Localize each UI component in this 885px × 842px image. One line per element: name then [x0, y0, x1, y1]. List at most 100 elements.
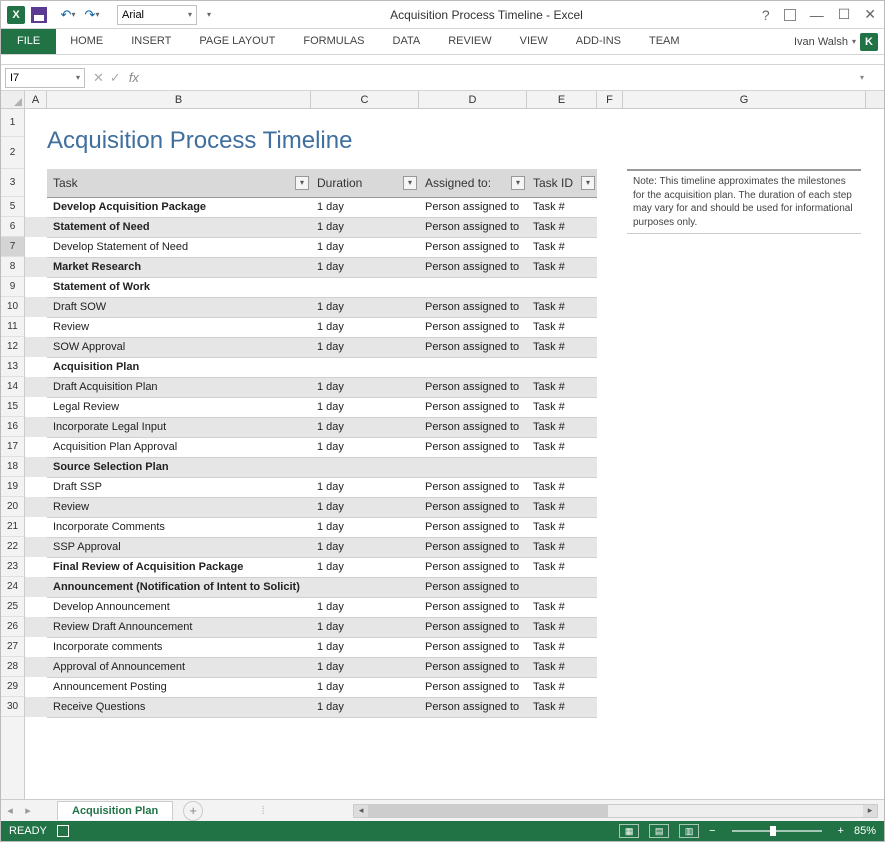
th-assigned[interactable]: Assigned to:▾: [419, 169, 527, 197]
cell-assigned[interactable]: Person assigned to: [419, 297, 527, 317]
table-row[interactable]: Legal Review1 dayPerson assigned toTask …: [25, 397, 597, 417]
macro-record-icon[interactable]: [57, 825, 69, 837]
tab-insert[interactable]: INSERT: [117, 29, 185, 54]
view-normal-icon[interactable]: ▦: [619, 824, 639, 838]
cell-taskid[interactable]: Task #: [527, 497, 597, 517]
th-task[interactable]: Task▾: [47, 169, 311, 197]
table-row[interactable]: Market Research1 dayPerson assigned toTa…: [25, 257, 597, 277]
cell-task[interactable]: Market Research: [47, 257, 311, 277]
row-header[interactable]: 12: [1, 337, 24, 357]
cell-assigned[interactable]: Person assigned to: [419, 337, 527, 357]
cell-duration[interactable]: 1 day: [311, 237, 419, 257]
cell-duration[interactable]: 1 day: [311, 217, 419, 237]
account-menu[interactable]: Ivan Walsh ▾ K: [788, 29, 884, 54]
cell-taskid[interactable]: Task #: [527, 637, 597, 657]
font-selector[interactable]: Arial ▾: [117, 5, 197, 25]
cell-taskid[interactable]: Task #: [527, 677, 597, 697]
cell-taskid[interactable]: Task #: [527, 337, 597, 357]
row-header[interactable]: 22: [1, 537, 24, 557]
sheet-nav-next[interactable]: ▸: [19, 804, 37, 817]
cell-duration[interactable]: 1 day: [311, 257, 419, 277]
tab-data[interactable]: DATA: [379, 29, 435, 54]
row-header[interactable]: 6: [1, 217, 24, 237]
row-header[interactable]: 29: [1, 677, 24, 697]
cell-task[interactable]: Receive Questions: [47, 697, 311, 717]
cell-duration[interactable]: 1 day: [311, 657, 419, 677]
minimize-button[interactable]: —: [810, 7, 824, 23]
undo-button[interactable]: ↶▾: [57, 5, 79, 25]
cell-taskid[interactable]: Task #: [527, 537, 597, 557]
cell-assigned[interactable]: Person assigned to: [419, 677, 527, 697]
cell-duration[interactable]: [311, 457, 419, 477]
cell-task[interactable]: Announcement (Notification of Intent to …: [47, 577, 311, 597]
excel-icon[interactable]: X: [7, 6, 25, 24]
cell-task[interactable]: SOW Approval: [47, 337, 311, 357]
cell-taskid[interactable]: Task #: [527, 257, 597, 277]
row-header[interactable]: 27: [1, 637, 24, 657]
cell-duration[interactable]: 1 day: [311, 437, 419, 457]
cell-taskid[interactable]: Task #: [527, 237, 597, 257]
th-duration[interactable]: Duration▾: [311, 169, 419, 197]
filter-icon[interactable]: ▾: [511, 176, 525, 190]
cell-task[interactable]: Source Selection Plan: [47, 457, 311, 477]
filter-icon[interactable]: ▾: [295, 176, 309, 190]
cell-assigned[interactable]: Person assigned to: [419, 557, 527, 577]
col-header-b[interactable]: B: [47, 91, 311, 108]
table-row[interactable]: SSP Approval1 dayPerson assigned toTask …: [25, 537, 597, 557]
cell-assigned[interactable]: Person assigned to: [419, 197, 527, 217]
table-row[interactable]: Draft Acquisition Plan1 dayPerson assign…: [25, 377, 597, 397]
scroll-right-icon[interactable]: ▸: [863, 805, 877, 817]
table-row[interactable]: Announcement Posting1 dayPerson assigned…: [25, 677, 597, 697]
row-header[interactable]: 24: [1, 577, 24, 597]
cell-task[interactable]: Announcement Posting: [47, 677, 311, 697]
cell-assigned[interactable]: Person assigned to: [419, 477, 527, 497]
col-header-g[interactable]: G: [623, 91, 866, 108]
cell-assigned[interactable]: Person assigned to: [419, 237, 527, 257]
row-header[interactable]: 5: [1, 197, 24, 217]
cell-assigned[interactable]: Person assigned to: [419, 377, 527, 397]
cell-assigned[interactable]: [419, 277, 527, 297]
cell-duration[interactable]: 1 day: [311, 477, 419, 497]
table-row[interactable]: Acquisition Plan: [25, 357, 597, 377]
row-header[interactable]: 23: [1, 557, 24, 577]
cell-taskid[interactable]: Task #: [527, 517, 597, 537]
tab-formulas[interactable]: FORMULAS: [289, 29, 378, 54]
cell-taskid[interactable]: Task #: [527, 317, 597, 337]
table-row[interactable]: Final Review of Acquisition Package1 day…: [25, 557, 597, 577]
cancel-formula-icon[interactable]: ✕: [93, 70, 104, 86]
cell-duration[interactable]: 1 day: [311, 517, 419, 537]
row-header[interactable]: 14: [1, 377, 24, 397]
col-header-e[interactable]: E: [527, 91, 597, 108]
table-row[interactable]: Develop Acquisition Package1 dayPerson a…: [25, 197, 597, 217]
cell-assigned[interactable]: Person assigned to: [419, 217, 527, 237]
cell-duration[interactable]: 1 day: [311, 297, 419, 317]
row-header[interactable]: 20: [1, 497, 24, 517]
table-row[interactable]: Statement of Work: [25, 277, 597, 297]
cell-assigned[interactable]: Person assigned to: [419, 397, 527, 417]
cell-task[interactable]: Statement of Work: [47, 277, 311, 297]
row-header[interactable]: 28: [1, 657, 24, 677]
table-row[interactable]: Draft SOW1 dayPerson assigned toTask #: [25, 297, 597, 317]
filter-icon[interactable]: ▾: [403, 176, 417, 190]
cell-task[interactable]: Draft SSP: [47, 477, 311, 497]
add-sheet-button[interactable]: +: [183, 801, 203, 821]
cell-duration[interactable]: 1 day: [311, 397, 419, 417]
ribbon-display-icon[interactable]: [784, 9, 796, 21]
cell-duration[interactable]: [311, 357, 419, 377]
row-header[interactable]: 30: [1, 697, 24, 717]
cell-taskid[interactable]: Task #: [527, 557, 597, 577]
table-row[interactable]: Approval of Announcement1 dayPerson assi…: [25, 657, 597, 677]
row-header[interactable]: 25: [1, 597, 24, 617]
col-header-a[interactable]: A: [25, 91, 47, 108]
view-page-layout-icon[interactable]: ▤: [649, 824, 669, 838]
cell-duration[interactable]: 1 day: [311, 417, 419, 437]
row-header[interactable]: 26: [1, 617, 24, 637]
cell-duration[interactable]: 1 day: [311, 557, 419, 577]
row-header[interactable]: 1: [1, 109, 24, 137]
close-button[interactable]: ✕: [864, 6, 876, 23]
cell-task[interactable]: Draft Acquisition Plan: [47, 377, 311, 397]
table-row[interactable]: Incorporate comments1 dayPerson assigned…: [25, 637, 597, 657]
cell-taskid[interactable]: Task #: [527, 417, 597, 437]
cell-task[interactable]: Incorporate Comments: [47, 517, 311, 537]
tab-team[interactable]: TEAM: [635, 29, 694, 54]
